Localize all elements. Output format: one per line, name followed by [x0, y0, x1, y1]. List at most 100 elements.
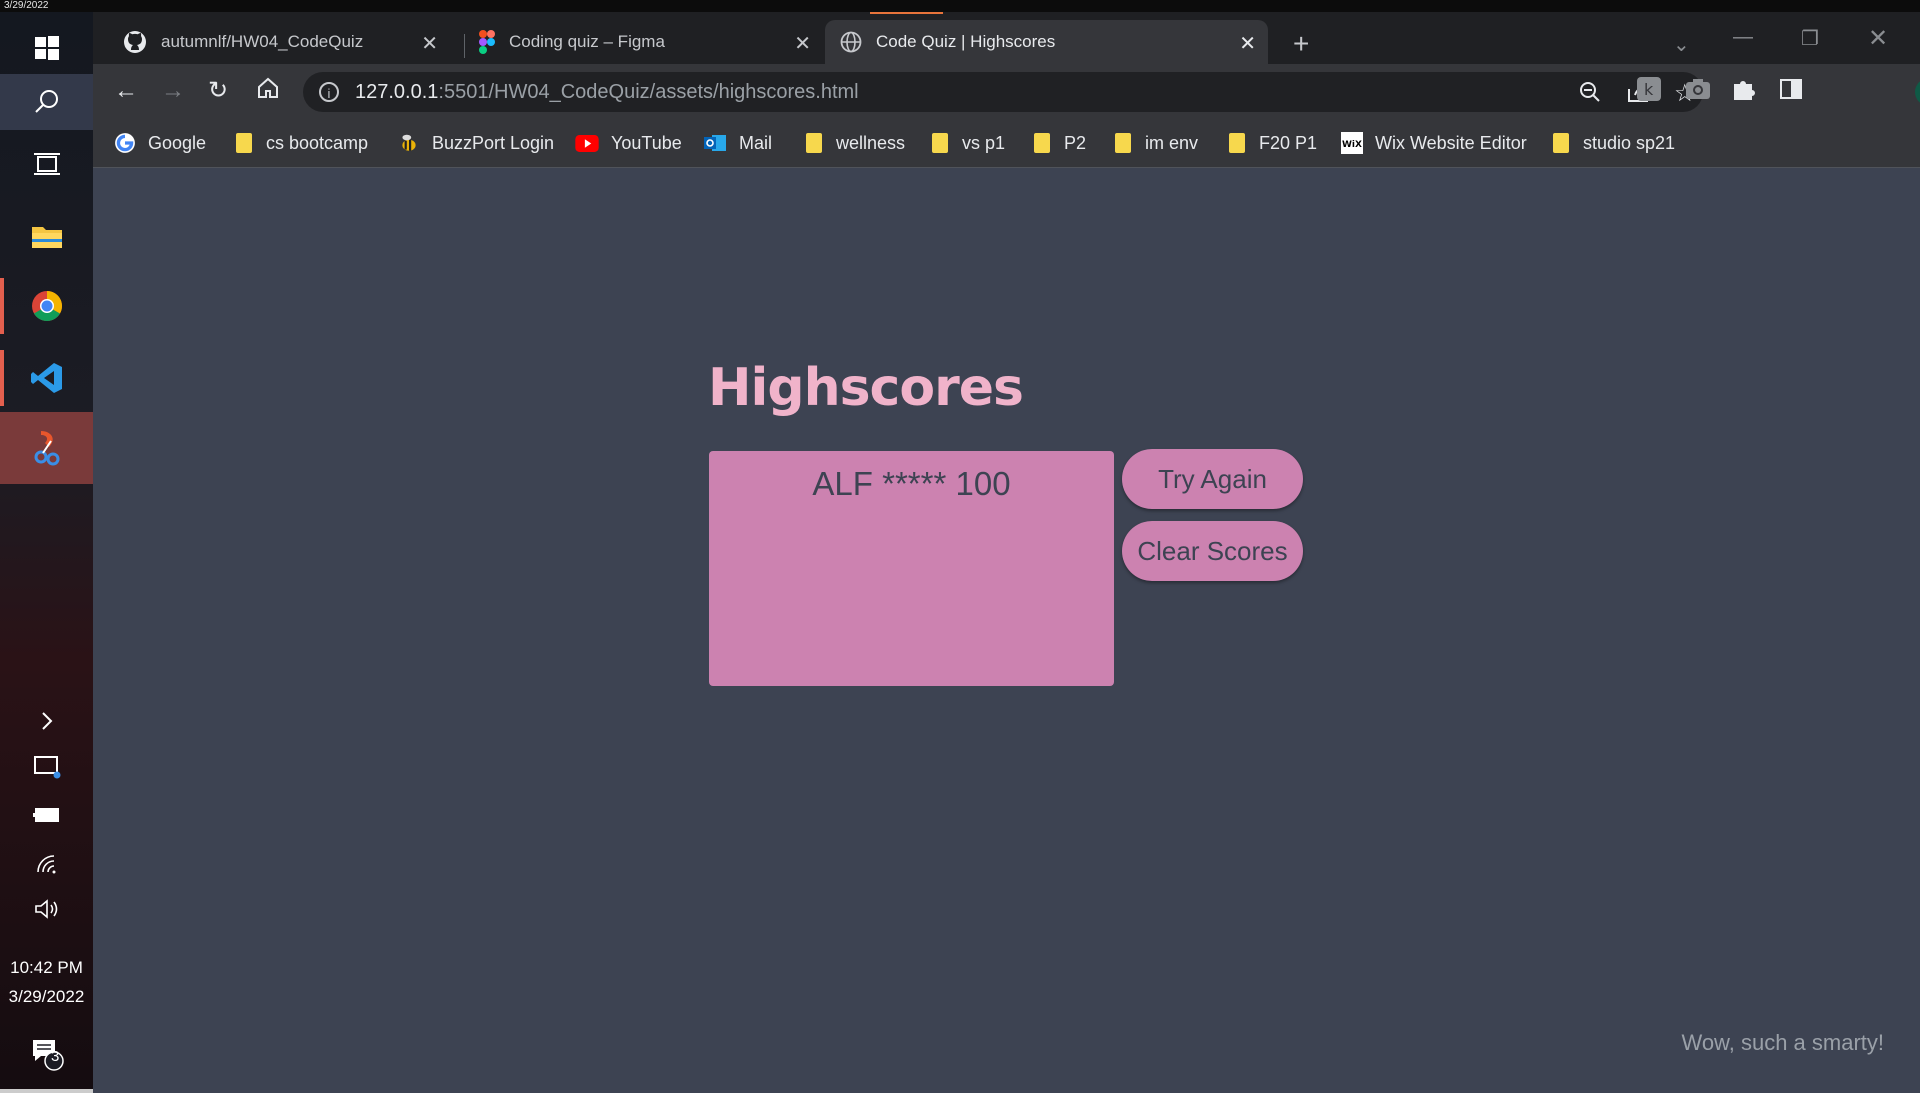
search-icon[interactable] — [0, 74, 93, 130]
restore-window-icon[interactable]: ❐ — [1801, 26, 1819, 51]
bookmark-label: vs p1 — [962, 132, 1006, 153]
bookmark-wellness[interactable]: wellness — [806, 129, 905, 157]
close-tab-icon[interactable]: ✕ — [794, 31, 811, 56]
task-view-icon[interactable] — [0, 144, 93, 184]
github-icon — [124, 31, 146, 53]
globe-icon — [840, 31, 862, 53]
bookmarks-bar: Google cs bootcamp BuzzPort Login YouTub… — [93, 119, 1920, 168]
notification-center-icon[interactable]: 3 — [0, 1032, 93, 1076]
minimize-window-icon[interactable]: — — [1733, 26, 1753, 49]
bee-icon — [402, 134, 416, 151]
taskbar-bottom-edge — [0, 1089, 93, 1093]
tab-highscores[interactable]: Code Quiz | Highscores ✕ — [825, 12, 1268, 64]
file-explorer-icon[interactable] — [0, 216, 93, 256]
forward-arrow-icon[interactable]: → — [161, 78, 185, 104]
google-icon — [115, 133, 135, 153]
top-date: 3/29/2022 — [4, 0, 49, 11]
reload-icon[interactable]: ↻ — [208, 78, 228, 104]
windows-start-icon[interactable] — [0, 28, 93, 68]
bookmark-youtube[interactable]: YouTube — [575, 129, 682, 157]
windows-taskbar: 10:42 PM 3/29/2022 3 — [0, 12, 93, 1093]
tab-github[interactable]: autumnlf/HW04_CodeQuiz ✕ — [93, 20, 450, 64]
url-text[interactable]: 127.0.0.1:5501/HW04_CodeQuiz/assets/high… — [355, 81, 859, 104]
bookmark-label: Wix Website Editor — [1375, 132, 1527, 153]
home-icon[interactable] — [256, 76, 280, 106]
clock-date[interactable]: 3/29/2022 — [0, 982, 93, 1011]
bookmark-label: P2 — [1064, 132, 1087, 153]
bookmark-wix[interactable]: WiX Wix Website Editor — [1341, 129, 1527, 157]
clock-time[interactable]: 10:42 PM — [0, 953, 93, 982]
page-title: Highscores — [708, 358, 1024, 418]
new-tab-plus-icon[interactable]: + — [1293, 30, 1309, 58]
close-window-icon[interactable]: ✕ — [1868, 24, 1888, 53]
tab-separator — [464, 34, 465, 58]
url-host: 127.0.0.1 — [355, 80, 439, 103]
notification-count-badge: 3 — [51, 1048, 60, 1065]
tab-title: Code Quiz | Highscores — [876, 32, 1056, 51]
tab-loading-indicator — [870, 12, 943, 14]
folder-icon — [236, 133, 252, 153]
tab-title: autumnlf/HW04_CodeQuiz — [161, 32, 364, 51]
score-entry: ALF ***** 100 — [812, 465, 1011, 502]
folder-icon — [1034, 133, 1050, 153]
wifi-icon[interactable] — [0, 846, 93, 880]
bookmark-label: Mail — [739, 132, 773, 153]
vscode-icon[interactable] — [0, 358, 93, 398]
folder-icon — [806, 133, 822, 153]
try-again-button[interactable]: Try Again — [1122, 449, 1303, 509]
bookmark-cs-bootcamp[interactable]: cs bootcamp — [236, 129, 368, 157]
snip-sketch-icon[interactable] — [0, 412, 93, 484]
bookmark-label: Google — [148, 132, 207, 153]
site-info-icon[interactable]: i — [319, 82, 339, 102]
outlook-icon — [704, 135, 726, 151]
tray-monitor-icon[interactable] — [0, 750, 93, 784]
bookmark-buzzport[interactable]: BuzzPort Login — [398, 129, 554, 157]
screenshot-camera-icon[interactable] — [1685, 78, 1711, 106]
close-tab-icon[interactable]: ✕ — [1239, 31, 1256, 56]
chrome-icon[interactable] — [0, 286, 93, 326]
highscores-list: ALF ***** 100 — [709, 451, 1114, 686]
footer-message: Wow, such a smarty! — [1681, 1030, 1884, 1055]
extension-k-icon[interactable]: k — [1636, 76, 1662, 108]
url-path: :5501/HW04_CodeQuiz/assets/highscores.ht… — [438, 80, 859, 103]
bookmark-label: cs bootcamp — [266, 132, 369, 153]
volume-icon[interactable] — [0, 892, 93, 926]
extensions-puzzle-icon[interactable] — [1731, 76, 1757, 108]
bookmark-p2[interactable]: P2 — [1034, 129, 1086, 157]
page-viewport: Highscores ALF ***** 100 Try Again Clear… — [93, 168, 1920, 1093]
bookmark-vs-p1[interactable]: vs p1 — [932, 129, 1005, 157]
figma-icon — [479, 30, 495, 54]
bookmark-label: studio sp21 — [1583, 132, 1676, 153]
bookmark-label: im env — [1145, 132, 1199, 153]
battery-icon[interactable] — [0, 798, 93, 832]
browser-tab-strip: autumnlf/HW04_CodeQuiz ✕ Coding quiz – F… — [93, 12, 1920, 64]
side-panel-icon[interactable] — [1779, 78, 1803, 106]
bookmark-label: BuzzPort Login — [432, 132, 555, 153]
address-bar[interactable]: i 127.0.0.1:5501/HW04_CodeQuiz/assets/hi… — [303, 72, 1703, 112]
wix-icon: WiX — [1341, 132, 1363, 154]
profile-avatar[interactable]: A — [1915, 78, 1920, 106]
folder-icon — [1553, 133, 1569, 153]
tab-figma[interactable]: Coding quiz – Figma ✕ — [469, 20, 823, 64]
show-hidden-icons-chevron-icon[interactable] — [0, 704, 93, 738]
browser-toolbar: ← → ↻ i 127.0.0.1:5501/HW04_CodeQuiz/ass… — [93, 64, 1920, 119]
tab-title: Coding quiz – Figma — [509, 32, 665, 51]
close-tab-icon[interactable]: ✕ — [421, 31, 438, 56]
youtube-icon — [575, 134, 599, 152]
folder-icon — [932, 133, 948, 153]
bookmark-label: F20 P1 — [1259, 132, 1318, 153]
bookmark-f20-p1[interactable]: F20 P1 — [1229, 129, 1317, 157]
bookmark-im-env[interactable]: im env — [1115, 129, 1198, 157]
bookmark-label: YouTube — [611, 132, 682, 153]
top-date-strip: 3/29/2022 — [0, 0, 1920, 12]
back-arrow-icon[interactable]: ← — [114, 78, 138, 104]
svg-text:WiX: WiX — [1342, 140, 1362, 150]
tab-search-chevron-icon[interactable]: ⌄ — [1673, 32, 1690, 57]
zoom-icon[interactable] — [1579, 81, 1601, 109]
clear-scores-button[interactable]: Clear Scores — [1122, 521, 1303, 581]
folder-icon — [1229, 133, 1245, 153]
bookmark-studio-sp21[interactable]: studio sp21 — [1553, 129, 1675, 157]
bookmark-google[interactable]: Google — [114, 129, 206, 157]
bookmark-label: wellness — [836, 132, 906, 153]
bookmark-mail[interactable]: Mail — [703, 129, 772, 157]
